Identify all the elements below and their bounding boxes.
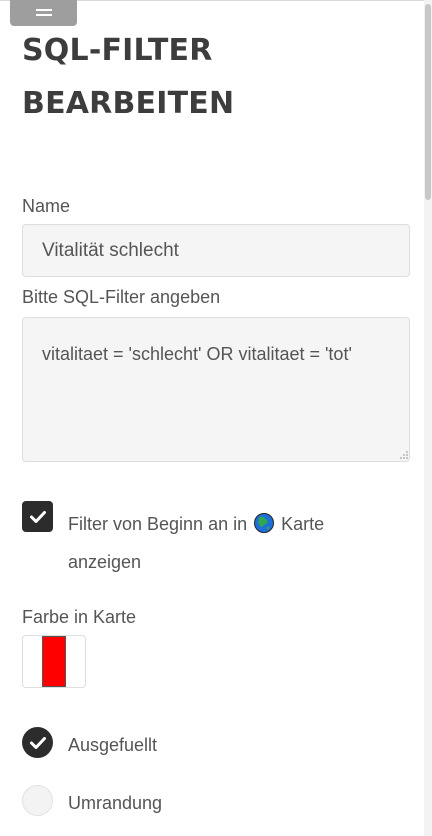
hamburger-menu-icon [35,8,52,18]
name-label: Name [22,196,71,216]
map-color-picker[interactable] [22,635,86,688]
checkmark-icon [29,736,46,749]
scrollbar[interactable] [424,0,432,836]
fill-option-filled-radio[interactable] [22,727,53,758]
show-on-start-checkbox[interactable] [22,501,53,532]
fill-option-filled-label[interactable]: Ausgefuellt [68,735,157,756]
map-color-label: Farbe in Karte [22,607,137,627]
show-on-start-text-before: Filter von Beginn an in [68,514,248,534]
globe-icon [254,513,275,533]
color-fill-preview [42,636,66,687]
fill-option-outline-label[interactable]: Umrandung [68,793,162,814]
sql-filter-label: Bitte SQL-Filter angeben [22,287,221,307]
page-title: SQL-FILTER BEARBEITEN [22,33,235,121]
scrollbar-thumb[interactable] [425,4,431,200]
checkmark-icon [29,510,46,523]
show-on-start-label[interactable]: Filter von Beginn an in Karte anzeigen [68,505,398,581]
name-input[interactable] [22,224,410,277]
sql-filter-textarea[interactable]: vitalitaet = 'schlecht' OR vitalitaet = … [22,317,410,462]
fill-option-outline-radio[interactable] [22,785,53,816]
menu-button[interactable] [10,0,77,26]
resize-grip-icon[interactable] [399,451,408,460]
